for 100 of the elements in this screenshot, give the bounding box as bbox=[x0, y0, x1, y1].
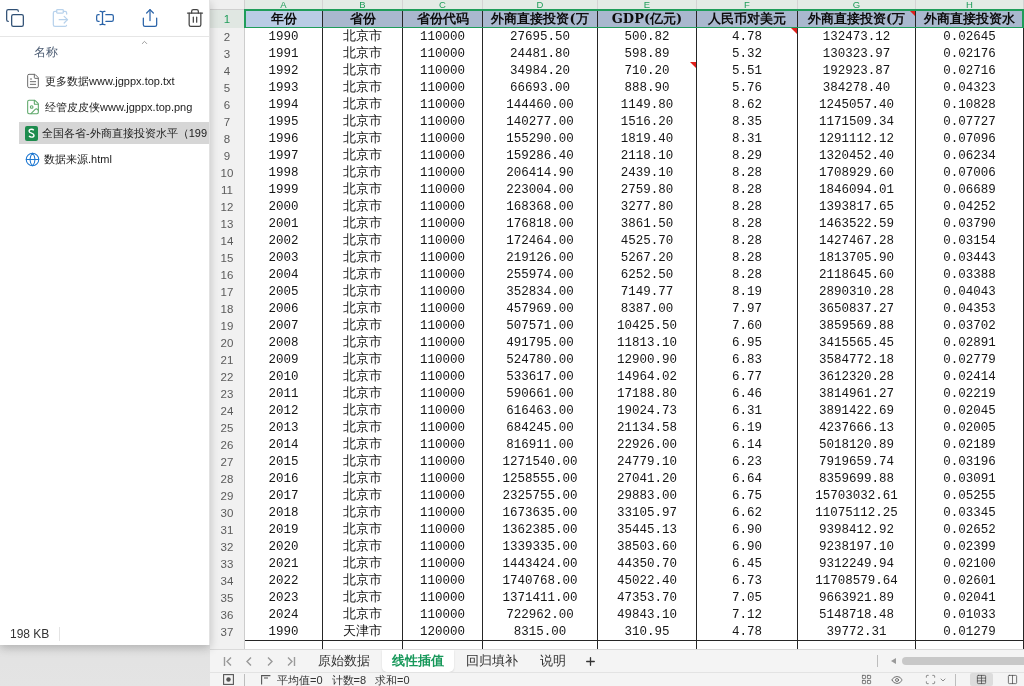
row-number[interactable]: 29 bbox=[210, 487, 245, 505]
text-cursor-icon[interactable] bbox=[95, 8, 115, 28]
row-number[interactable]: 22 bbox=[210, 368, 245, 386]
sheet-tab[interactable]: 回归填补 bbox=[456, 650, 528, 672]
table-cell: 1245057.40 bbox=[798, 96, 916, 114]
table-cell: 0.04353 bbox=[916, 300, 1024, 318]
table-cell: 3415565.45 bbox=[798, 334, 916, 352]
row-number[interactable]: 4 bbox=[210, 62, 245, 80]
table-cell: 2017 bbox=[245, 487, 323, 505]
row-number[interactable]: 25 bbox=[210, 419, 245, 437]
view-button[interactable] bbox=[970, 673, 993, 686]
table-cell: 6.31 bbox=[697, 402, 798, 420]
table-cell: 15703032.61 bbox=[798, 487, 916, 505]
row-number[interactable]: 17 bbox=[210, 283, 245, 301]
row-number[interactable]: 27 bbox=[210, 453, 245, 471]
table-cell: 9238197.10 bbox=[798, 538, 916, 556]
sheet-tab[interactable]: 线性插值 bbox=[382, 650, 454, 672]
row-number[interactable]: 16 bbox=[210, 266, 245, 284]
row-number[interactable]: 13 bbox=[210, 215, 245, 233]
trash-icon[interactable] bbox=[185, 8, 205, 28]
table-cell: 0.06689 bbox=[916, 181, 1024, 199]
row-number[interactable]: 8 bbox=[210, 130, 245, 148]
row-number[interactable]: 26 bbox=[210, 436, 245, 454]
table-cell: 2008 bbox=[245, 334, 323, 352]
scroll-left-icon[interactable] bbox=[891, 658, 896, 664]
table-cell: 6252.50 bbox=[598, 266, 697, 284]
sheet-tab[interactable]: 说明 bbox=[530, 650, 576, 672]
row-number[interactable]: 14 bbox=[210, 232, 245, 250]
row-number[interactable]: 31 bbox=[210, 521, 245, 539]
table-cell: 35445.13 bbox=[598, 521, 697, 539]
table-cell: 110000 bbox=[403, 334, 483, 352]
file-item[interactable]: 经管皮皮侠www.jgppx.top.png bbox=[19, 96, 209, 118]
record-icon[interactable] bbox=[223, 674, 234, 685]
previous-sheet-icon[interactable] bbox=[244, 655, 254, 667]
table-cell: 0.02100 bbox=[916, 555, 1024, 573]
table-cell: 北京市 bbox=[323, 181, 403, 199]
table-cell: 130323.97 bbox=[798, 45, 916, 63]
horizontal-scrollbar[interactable] bbox=[902, 657, 1024, 665]
row-number[interactable]: 23 bbox=[210, 385, 245, 403]
row-number[interactable]: 35 bbox=[210, 589, 245, 607]
file-item[interactable]: 更多数据www.jgppx.top.txt bbox=[19, 70, 209, 92]
row-number[interactable]: 33 bbox=[210, 555, 245, 573]
table-cell: 1291112.12 bbox=[798, 130, 916, 148]
sheet-tab[interactable]: 原始数据 bbox=[308, 650, 380, 672]
row-number[interactable]: 28 bbox=[210, 470, 245, 488]
table-cell: 1993 bbox=[245, 79, 323, 97]
cell-selection-icon[interactable] bbox=[261, 674, 271, 685]
table-cell: 北京市 bbox=[323, 249, 403, 267]
table-cell: 0.01033 bbox=[916, 606, 1024, 624]
table-cell: 北京市 bbox=[323, 96, 403, 114]
table-cell: 6.90 bbox=[697, 521, 798, 539]
last-sheet-icon[interactable] bbox=[286, 655, 296, 667]
table-cell: 110000 bbox=[403, 181, 483, 199]
copy-icon[interactable] bbox=[5, 8, 25, 28]
table-cell: 北京市 bbox=[323, 266, 403, 284]
row-number[interactable]: 15 bbox=[210, 249, 245, 267]
file-item[interactable]: 全国各省-外商直接投资水平（199 bbox=[19, 122, 209, 144]
table-cell: 0.01279 bbox=[916, 623, 1024, 641]
table-cell: 144460.00 bbox=[483, 96, 598, 114]
row-number[interactable]: 11 bbox=[210, 181, 245, 199]
row-number[interactable]: 3 bbox=[210, 45, 245, 63]
table-cell: 27041.20 bbox=[598, 470, 697, 488]
row-number[interactable]: 37 bbox=[210, 623, 245, 641]
row-number[interactable]: 30 bbox=[210, 504, 245, 522]
row-number[interactable]: 34 bbox=[210, 572, 245, 590]
table-cell: 2009 bbox=[245, 351, 323, 369]
row-number[interactable]: 12 bbox=[210, 198, 245, 216]
table-cell: 1371411.00 bbox=[483, 589, 598, 607]
row-number[interactable]: 18 bbox=[210, 300, 245, 318]
row-number[interactable]: 19 bbox=[210, 317, 245, 335]
row-number[interactable]: 9 bbox=[210, 147, 245, 165]
row-number[interactable]: 5 bbox=[210, 79, 245, 97]
row-number[interactable]: 32 bbox=[210, 538, 245, 556]
row-number[interactable]: 20 bbox=[210, 334, 245, 352]
table-cell: 2012 bbox=[245, 402, 323, 420]
table-cell: 1995 bbox=[245, 113, 323, 131]
next-sheet-icon[interactable] bbox=[265, 655, 275, 667]
table-cell: 110000 bbox=[403, 96, 483, 114]
name-column-header[interactable]: 名称 bbox=[34, 45, 58, 59]
first-sheet-icon[interactable] bbox=[223, 655, 233, 667]
table-cell: 北京市 bbox=[323, 198, 403, 216]
table-cell: 110000 bbox=[403, 402, 483, 420]
table-cell: 0.02601 bbox=[916, 572, 1024, 590]
row-number[interactable]: 24 bbox=[210, 402, 245, 420]
row-number[interactable]: 7 bbox=[210, 113, 245, 131]
row-number[interactable]: 2 bbox=[210, 28, 245, 46]
table-cell: 2011 bbox=[245, 385, 323, 403]
row-number[interactable]: 21 bbox=[210, 351, 245, 369]
add-sheet-icon[interactable] bbox=[584, 654, 597, 668]
share-icon[interactable] bbox=[140, 8, 160, 28]
row-number[interactable]: 36 bbox=[210, 606, 245, 624]
table-cell: 北京市 bbox=[323, 487, 403, 505]
file-item[interactable]: 数据来源.html bbox=[19, 148, 209, 170]
table-cell: 110000 bbox=[403, 266, 483, 284]
eye-icon[interactable] bbox=[891, 673, 903, 686]
table-cell: 3650837.27 bbox=[798, 300, 916, 318]
grid-icon[interactable] bbox=[861, 674, 872, 685]
row-number[interactable]: 6 bbox=[210, 96, 245, 114]
scan-icon[interactable] bbox=[925, 674, 936, 685]
row-number[interactable]: 10 bbox=[210, 164, 245, 182]
